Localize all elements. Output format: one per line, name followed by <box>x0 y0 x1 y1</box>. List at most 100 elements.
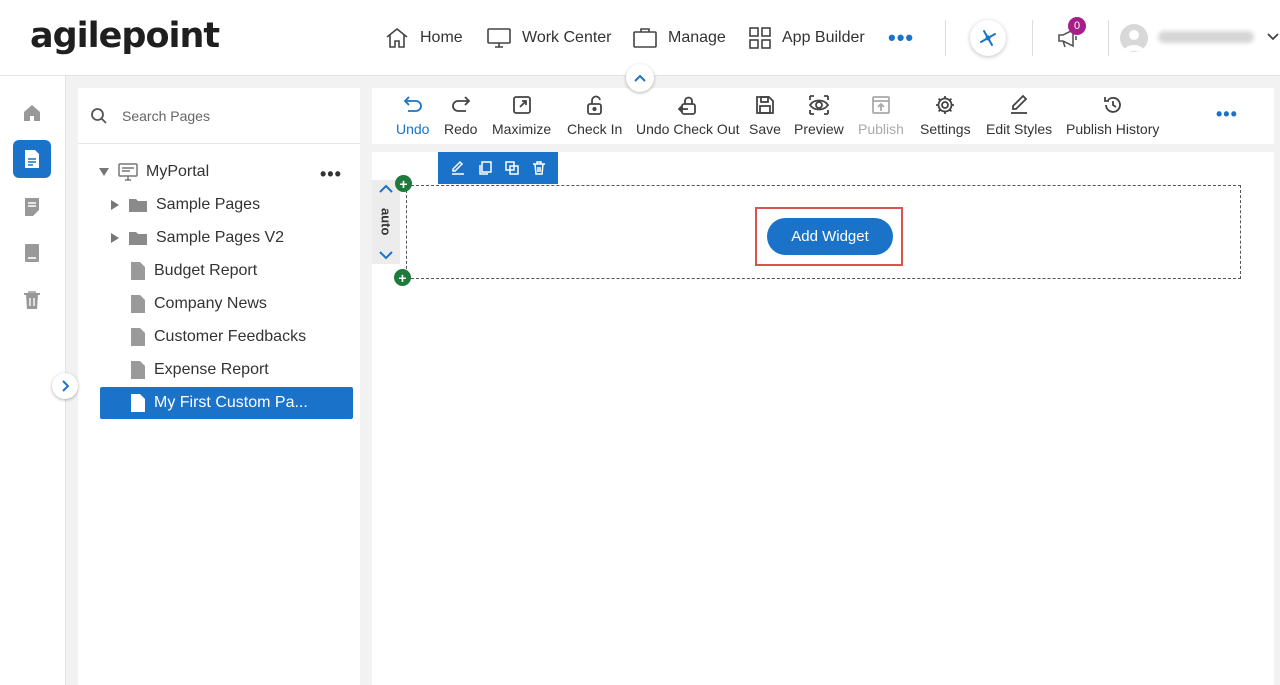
folder-icon <box>129 199 147 212</box>
tree-item-company-news[interactable]: Company News <box>130 288 267 320</box>
caret-right-icon[interactable] <box>110 199 120 211</box>
rail-library[interactable] <box>13 234 51 272</box>
page-icon <box>131 394 145 412</box>
rail-forms[interactable] <box>13 188 51 226</box>
rail-pages[interactable] <box>13 140 51 178</box>
undo-icon <box>403 96 422 112</box>
publish-button[interactable]: Publish <box>858 94 904 137</box>
row-height-control: auto <box>372 180 400 264</box>
tree-root-myportal[interactable]: MyPortal <box>98 156 209 188</box>
lock-arrow-icon <box>677 96 696 115</box>
chevron-down-icon[interactable] <box>1266 32 1280 42</box>
collapse-header-button[interactable] <box>626 64 654 92</box>
tree-item-label: Expense Report <box>154 361 269 378</box>
trash-icon <box>24 291 40 309</box>
add-widget-button[interactable]: Add Widget <box>767 218 893 255</box>
agilepoint-logo[interactable]: agilepoint <box>30 16 220 56</box>
page-icon <box>131 295 145 313</box>
user-name[interactable] <box>1158 31 1254 43</box>
chevron-down-icon[interactable] <box>379 251 393 260</box>
avatar[interactable] <box>1120 24 1148 52</box>
tree-root-label: MyPortal <box>146 163 210 180</box>
notification-count-badge: 0 <box>1068 17 1086 35</box>
maximize-icon <box>512 96 531 114</box>
undo-check-out-button[interactable]: Undo Check Out <box>636 94 740 137</box>
search-icon <box>91 108 107 124</box>
divider <box>1032 20 1033 56</box>
maximize-button[interactable]: Maximize <box>492 94 551 137</box>
tree-item-expense-report[interactable]: Expense Report <box>130 354 269 386</box>
save-label: Save <box>749 121 781 137</box>
rail-recycle-bin[interactable] <box>13 281 51 319</box>
tree-item-label: Company News <box>154 295 267 312</box>
page-icon <box>131 328 145 346</box>
redo-button[interactable]: Redo <box>444 94 477 137</box>
caret-down-icon[interactable] <box>98 167 110 177</box>
divider <box>1108 20 1109 56</box>
publish-label: Publish <box>858 121 904 137</box>
gear-icon <box>936 96 955 114</box>
ai-assistant-button[interactable] <box>970 20 1006 56</box>
redo-icon <box>451 96 471 112</box>
chevron-up-icon[interactable] <box>379 184 393 193</box>
row-height-label: auto <box>378 208 394 236</box>
nav-home[interactable]: Home <box>384 22 463 54</box>
folder-icon <box>129 232 147 245</box>
nav-manage-label: Manage <box>668 29 726 46</box>
nav-app-builder[interactable]: App Builder <box>748 22 865 54</box>
history-icon <box>1103 97 1121 113</box>
tree-item-label: My First Custom Pa... <box>154 394 308 411</box>
tree-item-label: Customer Feedbacks <box>154 328 307 345</box>
home-icon <box>24 105 40 121</box>
search-pages-input[interactable] <box>122 104 342 128</box>
nav-home-label: Home <box>420 29 463 46</box>
briefcase-icon <box>633 28 657 48</box>
copy-icon[interactable] <box>477 160 493 176</box>
preview-button[interactable]: Preview <box>794 94 844 137</box>
rail-home[interactable] <box>13 94 51 132</box>
delete-icon[interactable] <box>531 160 547 176</box>
edit-styles-label: Edit Styles <box>986 121 1053 137</box>
tree-item-label: Budget Report <box>154 262 258 279</box>
maximize-label: Maximize <box>492 121 552 137</box>
tree-item-sample-pages-v2[interactable]: Sample Pages V2 <box>110 222 284 254</box>
edit-icon <box>1011 94 1028 114</box>
settings-label: Settings <box>920 121 971 137</box>
page-canvas: auto + + Add Widget <box>372 152 1274 685</box>
pinwheel-icon <box>980 30 996 46</box>
undo-button[interactable]: Undo <box>396 94 429 137</box>
book-icon <box>25 244 39 262</box>
tree-item-my-first-custom-page[interactable]: My First Custom Pa... <box>100 387 353 419</box>
add-row-below-button[interactable]: + <box>394 269 411 286</box>
tree-item-label: Sample Pages <box>156 196 261 213</box>
nav-work-center[interactable]: Work Center <box>486 22 612 54</box>
save-icon <box>756 96 774 114</box>
add-row-above-button[interactable]: + <box>395 175 412 192</box>
publish-history-button[interactable]: Publish History <box>1066 94 1159 137</box>
check-in-button[interactable]: Check In <box>567 94 622 137</box>
section-toolbar <box>438 152 558 184</box>
undo-label: Undo <box>396 121 430 137</box>
portal-more-button[interactable]: ••• <box>320 164 342 185</box>
tree-item-customer-feedbacks[interactable]: Customer Feedbacks <box>130 321 306 353</box>
nav-manage[interactable]: Manage <box>632 22 726 54</box>
edit-styles-button[interactable]: Edit Styles <box>986 94 1052 137</box>
page-icon <box>131 262 145 280</box>
redo-label: Redo <box>444 121 478 137</box>
chevron-right-icon <box>62 380 69 392</box>
chevron-up-icon <box>634 74 646 82</box>
expand-rail-button[interactable] <box>52 373 78 399</box>
tree-item-sample-pages[interactable]: Sample Pages <box>110 189 260 221</box>
check-in-label: Check In <box>567 121 623 137</box>
save-button[interactable]: Save <box>749 94 781 137</box>
duplicate-icon[interactable] <box>504 160 520 176</box>
settings-button[interactable]: Settings <box>920 94 971 137</box>
toolbar-more-button[interactable]: ••• <box>1216 104 1238 125</box>
nav-more-button[interactable]: ••• <box>888 27 914 49</box>
caret-right-icon[interactable] <box>110 232 120 244</box>
form-icon <box>25 198 39 216</box>
grid-icon <box>749 27 771 49</box>
tree-item-budget-report[interactable]: Budget Report <box>130 255 257 287</box>
nav-app-builder-label: App Builder <box>782 29 865 46</box>
pencil-icon[interactable] <box>450 160 466 176</box>
